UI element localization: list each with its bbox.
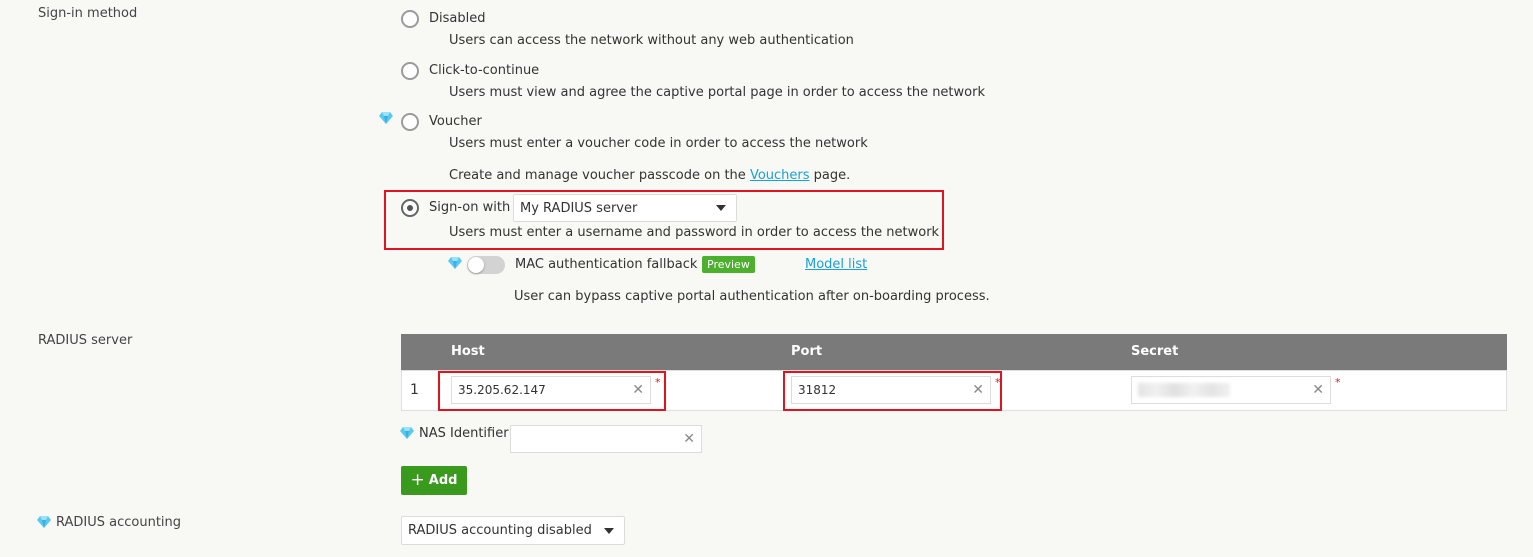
close-icon[interactable]: ✕ bbox=[1312, 382, 1324, 398]
plus-icon: + bbox=[410, 470, 425, 490]
option-click-to-continue-desc: Users must view and agree the captive po… bbox=[449, 85, 985, 100]
secret-obscured bbox=[1138, 383, 1230, 397]
mac-fallback-desc: User can bypass captive portal authentic… bbox=[514, 289, 990, 304]
signon-server-select[interactable]: My RADIUS server bbox=[513, 194, 737, 222]
option-disabled-title: Disabled bbox=[429, 11, 486, 26]
vouchers-link[interactable]: Vouchers bbox=[750, 168, 810, 183]
column-host: Host bbox=[451, 344, 485, 359]
option-disabled-desc: Users can access the network without any… bbox=[449, 33, 854, 48]
voucher-note: Create and manage voucher passcode on th… bbox=[449, 168, 850, 183]
option-click-to-continue-title: Click-to-continue bbox=[429, 63, 540, 78]
diamond-icon bbox=[379, 112, 393, 124]
column-secret: Secret bbox=[1131, 344, 1179, 359]
nas-identifier-label: NAS Identifier bbox=[419, 426, 509, 441]
radio-click-to-continue[interactable] bbox=[401, 62, 419, 80]
column-port: Port bbox=[791, 344, 823, 359]
required-asterisk: * bbox=[995, 376, 1001, 389]
signin-method-label: Sign-in method bbox=[38, 6, 138, 21]
radius-table-header: Host Port Secret bbox=[401, 334, 1507, 370]
voucher-note-prefix: Create and manage voucher passcode on th… bbox=[449, 168, 746, 183]
signon-server-select-value: My RADIUS server bbox=[520, 200, 638, 216]
radius-server-label: RADIUS server bbox=[38, 333, 133, 348]
close-icon[interactable]: ✕ bbox=[683, 431, 695, 447]
port-input[interactable]: 31812 ✕ bbox=[791, 376, 991, 404]
row-index: 1 bbox=[410, 382, 419, 398]
radio-disabled[interactable] bbox=[401, 10, 419, 28]
required-asterisk: * bbox=[1335, 376, 1341, 389]
mac-fallback-toggle[interactable] bbox=[467, 256, 505, 274]
radius-accounting-select-value: RADIUS accounting disabled bbox=[408, 523, 592, 538]
close-icon[interactable]: ✕ bbox=[972, 382, 984, 398]
host-input[interactable]: 35.205.62.147 ✕ bbox=[451, 376, 651, 404]
add-button-label: Add bbox=[428, 473, 458, 488]
toggle-knob bbox=[468, 257, 484, 273]
radio-voucher[interactable] bbox=[401, 113, 419, 131]
diamond-icon bbox=[400, 427, 414, 439]
secret-input[interactable]: ✕ bbox=[1131, 376, 1331, 404]
option-sign-on-with-title: Sign-on with bbox=[429, 200, 511, 215]
radio-sign-on-with[interactable] bbox=[401, 199, 419, 217]
chevron-down-icon bbox=[716, 205, 726, 211]
port-input-value: 31812 bbox=[798, 383, 837, 397]
voucher-note-suffix: page. bbox=[813, 168, 851, 183]
nas-identifier-input[interactable]: ✕ bbox=[510, 425, 702, 453]
model-list-link[interactable]: Model list bbox=[805, 257, 867, 272]
radius-accounting-select[interactable]: RADIUS accounting disabled bbox=[401, 516, 625, 545]
radius-accounting-label: RADIUS accounting bbox=[56, 515, 182, 530]
option-sign-on-with-desc: Users must enter a username and password… bbox=[449, 225, 940, 240]
preview-badge: Preview bbox=[702, 256, 755, 273]
chevron-down-icon bbox=[604, 527, 614, 534]
diamond-icon bbox=[37, 516, 51, 528]
option-voucher-desc: Users must enter a voucher code in order… bbox=[449, 136, 868, 151]
required-asterisk: * bbox=[655, 376, 661, 389]
option-voucher-title: Voucher bbox=[429, 114, 482, 129]
diamond-icon bbox=[448, 257, 462, 269]
host-input-value: 35.205.62.147 bbox=[458, 383, 546, 397]
mac-fallback-label: MAC authentication fallback bbox=[515, 257, 698, 272]
close-icon[interactable]: ✕ bbox=[632, 382, 644, 398]
add-button[interactable]: + Add bbox=[401, 466, 467, 495]
